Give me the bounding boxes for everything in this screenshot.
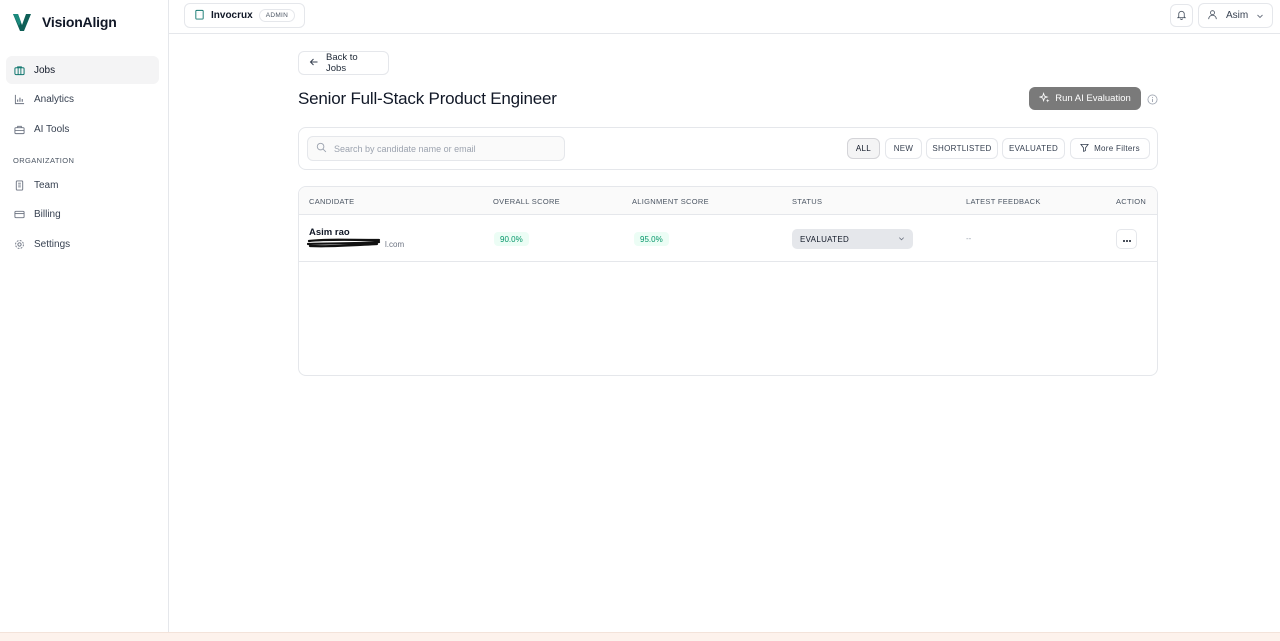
back-to-jobs-button[interactable]: Back to Jobs	[298, 51, 389, 75]
candidate-name[interactable]: Asim rao	[309, 227, 350, 238]
row-actions-button[interactable]	[1116, 229, 1137, 249]
filter-tab-all[interactable]: ALL	[847, 138, 880, 159]
info-icon[interactable]	[1147, 92, 1158, 105]
brand-name: VisionAlign	[42, 14, 117, 30]
org-switcher[interactable]: Invocrux ADMIN	[184, 3, 306, 28]
sidebar-item-label: Team	[34, 179, 59, 191]
candidate-email: l.com	[385, 240, 405, 249]
arrow-left-icon	[309, 57, 319, 70]
table-header: CANDIDATE OVERALL SCORE ALIGNMENT SCORE …	[299, 187, 1157, 215]
credit-card-icon	[13, 209, 25, 221]
run-ai-evaluation-button[interactable]: Run AI Evaluation	[1029, 87, 1141, 110]
sidebar-item-billing[interactable]: Billing	[6, 201, 159, 229]
sidebar-nav: Jobs Analytics AI Tools ORGANIZATION Tea…	[6, 56, 159, 260]
more-filters-button[interactable]: More Filters	[1070, 138, 1150, 159]
latest-feedback: --	[966, 234, 972, 243]
alignment-score-badge: 95.0%	[634, 232, 669, 246]
more-filters-label: More Filters	[1094, 144, 1140, 153]
org-name: Invocrux	[211, 10, 253, 21]
filter-tab-shortlisted[interactable]: SHORTLISTED	[926, 138, 998, 159]
filter-tab-evaluated[interactable]: EVALUATED	[1002, 138, 1065, 159]
bell-icon	[1176, 7, 1187, 25]
brand-logo-icon	[13, 14, 31, 31]
sparkles-icon	[1038, 91, 1050, 106]
back-label: Back to Jobs	[326, 52, 358, 74]
bar-chart-icon	[13, 94, 25, 106]
more-horizontal-icon	[1122, 230, 1132, 248]
building-icon	[194, 7, 205, 25]
status-select[interactable]: EVALUATED	[792, 229, 913, 249]
sidebar-item-analytics[interactable]: Analytics	[6, 86, 159, 114]
sidebar: VisionAlign Jobs Analytics AI Tools ORGA…	[0, 0, 169, 641]
sidebar-item-label: Settings	[34, 238, 71, 250]
sidebar-item-label: Billing	[34, 209, 61, 220]
overall-score-badge: 90.0%	[494, 232, 529, 246]
sidebar-item-jobs[interactable]: Jobs	[6, 56, 159, 84]
top-bar: Invocrux ADMIN Asim	[169, 0, 1280, 34]
building-icon	[13, 179, 25, 191]
sidebar-item-label: Jobs	[34, 64, 56, 76]
filter-funnel-icon	[1080, 143, 1089, 154]
run-ai-label: Run AI Evaluation	[1055, 93, 1131, 104]
table-row[interactable]: Asim rao l.com 90.0% 95.0% EVALUATED --	[299, 215, 1157, 262]
role-badge: ADMIN	[258, 9, 296, 22]
brand[interactable]: VisionAlign	[12, 12, 117, 32]
user-icon	[1207, 7, 1218, 25]
search-box[interactable]	[307, 136, 565, 161]
column-header-overall-score: OVERALL SCORE	[493, 197, 560, 206]
gear-icon	[13, 238, 25, 250]
sidebar-item-ai-tools[interactable]: AI Tools	[6, 115, 159, 143]
briefcase-icon	[13, 64, 25, 76]
sidebar-item-team[interactable]: Team	[6, 171, 159, 199]
column-header-alignment-score: ALIGNMENT SCORE	[632, 197, 709, 206]
toolbox-icon	[13, 123, 25, 135]
user-name: Asim	[1226, 10, 1249, 21]
redaction-scribble	[307, 238, 381, 248]
filter-bar: ALL NEW SHORTLISTED EVALUATED More Filte…	[298, 127, 1158, 170]
column-header-latest-feedback: LATEST FEEDBACK	[966, 197, 1041, 206]
column-header-candidate: CANDIDATE	[309, 197, 355, 206]
page-title: Senior Full-Stack Product Engineer	[298, 89, 557, 108]
search-icon	[316, 140, 327, 158]
chevron-down-icon	[1256, 7, 1264, 25]
column-header-action: ACTION	[1116, 197, 1147, 206]
status-value: EVALUATED	[800, 234, 850, 244]
chevron-down-icon	[898, 235, 905, 244]
sidebar-item-label: Analytics	[34, 94, 75, 105]
notifications-button[interactable]	[1170, 4, 1193, 27]
user-menu-button[interactable]: Asim	[1198, 3, 1273, 28]
organization-section-label: ORGANIZATION	[13, 156, 75, 165]
os-taskbar-edge	[0, 632, 1280, 641]
search-input[interactable]	[334, 143, 554, 154]
sidebar-item-label: AI Tools	[34, 123, 70, 135]
filter-tab-new[interactable]: NEW	[885, 138, 922, 159]
column-header-status: STATUS	[792, 197, 823, 206]
sidebar-item-settings[interactable]: Settings	[6, 230, 159, 258]
candidates-table: CANDIDATE OVERALL SCORE ALIGNMENT SCORE …	[298, 186, 1158, 376]
